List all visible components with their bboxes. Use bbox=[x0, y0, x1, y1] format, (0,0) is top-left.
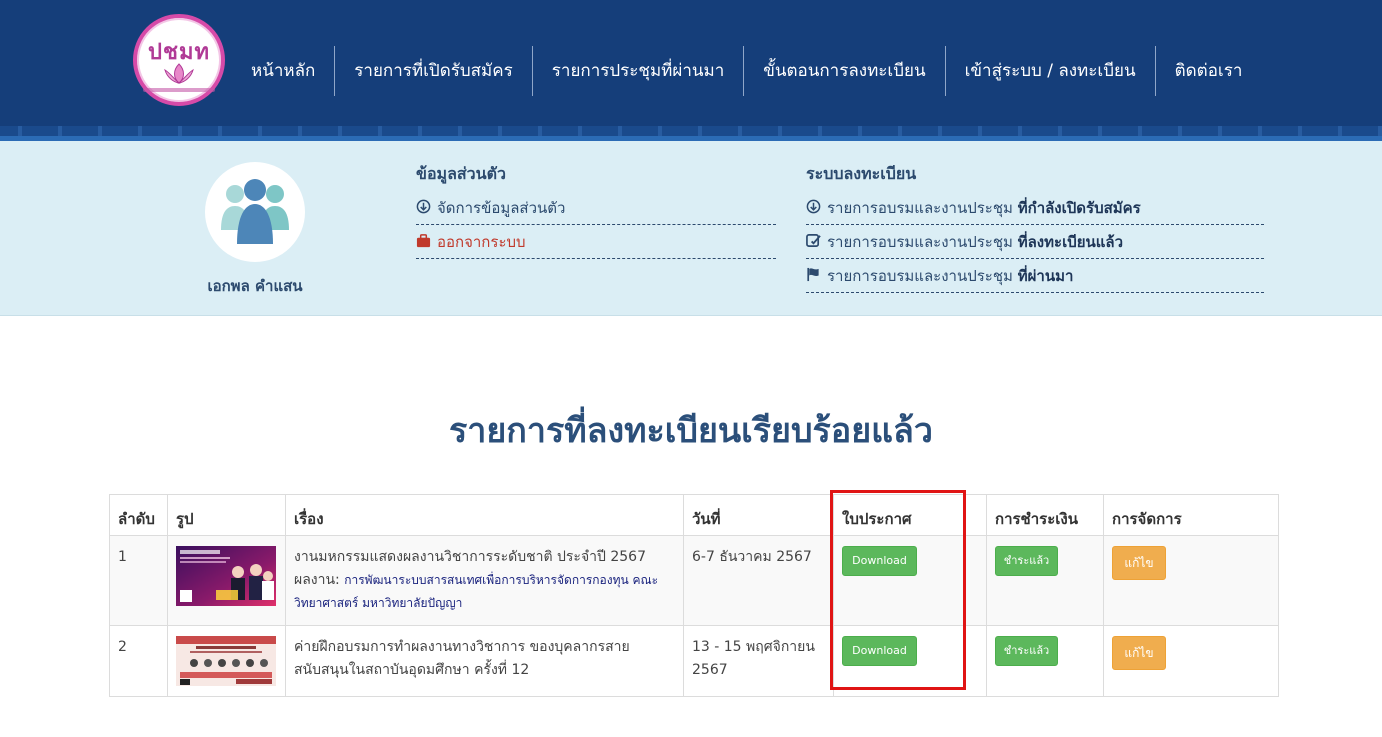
col-header-certificate: ใบประกาศ bbox=[833, 494, 987, 536]
flag-icon bbox=[806, 260, 822, 294]
registered-events-link[interactable]: รายการอบรมและงานประชุม ที่ลงทะเบียนแล้ว bbox=[806, 225, 1264, 259]
briefcase-icon bbox=[416, 226, 432, 260]
row-payment-cell: ชำระแล้ว bbox=[986, 625, 1104, 697]
event-title: งานมหกรรมแสดงผลงานวิชาการระดับชาติ ประจำ… bbox=[294, 549, 646, 565]
nav-past-events[interactable]: รายการประชุมที่ผ่านมา bbox=[531, 46, 744, 96]
registered-events-bold: ที่ลงทะเบียนแล้ว bbox=[1017, 233, 1124, 251]
logout-label: ออกจากระบบ bbox=[437, 233, 526, 251]
row-image-cell bbox=[167, 625, 286, 697]
event-title: ค่ายฝึกอบรมการทำผลงานทางวิชาการ ของบุคลา… bbox=[294, 639, 630, 678]
table-header-row: ลำดับ รูป เรื่อง วันที่ ใบประกาศ การชำระ… bbox=[109, 494, 1279, 536]
row-date: 6-7 ธันวาคม 2567 bbox=[683, 535, 834, 626]
row-title-cell: ค่ายฝึกอบรมการทำผลงานทางวิชาการ ของบุคลา… bbox=[285, 625, 684, 697]
table-row: 2 ค่ายฝึกอบรมการทำผลงานทางวิชาการ ของบุค… bbox=[109, 625, 1279, 697]
manage-profile-link[interactable]: จัดการข้อมูลส่วนตัว bbox=[416, 191, 776, 225]
edit-icon bbox=[806, 226, 822, 260]
row-date: 13 - 15 พฤศจิกายน 2567 bbox=[683, 625, 834, 697]
avatar bbox=[205, 162, 305, 262]
col-header-date: วันที่ bbox=[683, 494, 834, 536]
edit-button[interactable]: แก้ไข bbox=[1112, 546, 1166, 580]
arrow-circle-down-icon bbox=[416, 192, 432, 226]
arrow-circle-down-icon bbox=[806, 192, 822, 226]
registered-events-prefix: รายการอบรมและงานประชุม bbox=[827, 233, 1013, 251]
nav-login-register[interactable]: เข้าสู่ระบบ / ลงทะเบียน bbox=[944, 46, 1155, 96]
manage-profile-label: จัดการข้อมูลส่วนตัว bbox=[437, 199, 566, 217]
page-title: รายการที่ลงทะเบียนเรียบร้อยแล้ว bbox=[449, 411, 933, 451]
site-header: ปชมท หน้าหลัก รายการที่เปิดรับสมัคร รายก… bbox=[0, 0, 1382, 141]
work-title-link[interactable]: การพัฒนาระบบสารสนเทศเพื่อการบริหารจัดการ… bbox=[294, 573, 658, 610]
row-manage-cell: แก้ไข bbox=[1103, 625, 1279, 697]
download-certificate-button[interactable]: Download bbox=[842, 636, 917, 666]
col-header-no: ลำดับ bbox=[109, 494, 168, 536]
col-header-payment: การชำระเงิน bbox=[986, 494, 1104, 536]
row-no: 2 bbox=[109, 625, 168, 697]
event-poster-thumbnail[interactable] bbox=[176, 546, 276, 606]
past-events-prefix: รายการอบรมและงานประชุม bbox=[827, 267, 1013, 285]
paid-status-button[interactable]: ชำระแล้ว bbox=[995, 636, 1058, 666]
row-certificate-cell: Download bbox=[833, 535, 987, 626]
row-no: 1 bbox=[109, 535, 168, 626]
paid-status-button[interactable]: ชำระแล้ว bbox=[995, 546, 1058, 576]
open-events-link[interactable]: รายการอบรมและงานประชุม ที่กำลังเปิดรับสม… bbox=[806, 191, 1264, 225]
nav-home[interactable]: หน้าหลัก bbox=[235, 46, 334, 96]
logo-caption-line bbox=[143, 88, 215, 92]
nav-open-events[interactable]: รายการที่เปิดรับสมัคร bbox=[334, 46, 531, 96]
work-prefix: ผลงาน: bbox=[294, 572, 340, 588]
past-events-bold: ที่ผ่านมา bbox=[1017, 267, 1074, 285]
col-header-image: รูป bbox=[167, 494, 286, 536]
main-nav: หน้าหลัก รายการที่เปิดรับสมัคร รายการประ… bbox=[235, 46, 1261, 96]
lotus-icon bbox=[164, 63, 194, 84]
open-events-bold: ที่กำลังเปิดรับสมัคร bbox=[1017, 199, 1141, 217]
users-icon bbox=[221, 179, 289, 244]
site-logo[interactable]: ปชมท bbox=[133, 14, 225, 106]
event-poster-thumbnail[interactable] bbox=[176, 636, 276, 686]
row-certificate-cell: Download bbox=[833, 625, 987, 697]
row-title-cell: งานมหกรรมแสดงผลงานวิชาการระดับชาติ ประจำ… bbox=[285, 535, 684, 626]
personal-info-title: ข้อมูลส่วนตัว bbox=[416, 164, 506, 183]
nav-registration-steps[interactable]: ขั้นตอนการลงทะเบียน bbox=[743, 46, 944, 96]
row-image-cell bbox=[167, 535, 286, 626]
open-events-prefix: รายการอบรมและงานประชุม bbox=[827, 199, 1013, 217]
nav-contact[interactable]: ติดต่อเรา bbox=[1154, 46, 1262, 96]
col-header-manage: การจัดการ bbox=[1103, 494, 1279, 536]
row-manage-cell: แก้ไข bbox=[1103, 535, 1279, 626]
table-row: 1 งานมหกรรมแสดงผลงานวิชาการระดับชาติ ประ… bbox=[109, 535, 1279, 626]
download-certificate-button[interactable]: Download bbox=[842, 546, 917, 576]
edit-button[interactable]: แก้ไข bbox=[1112, 636, 1166, 670]
registered-events-table: ลำดับ รูป เรื่อง วันที่ ใบประกาศ การชำระ… bbox=[109, 494, 1279, 697]
col-header-title: เรื่อง bbox=[285, 494, 684, 536]
row-payment-cell: ชำระแล้ว bbox=[986, 535, 1104, 626]
past-events-link[interactable]: รายการอบรมและงานประชุม ที่ผ่านมา bbox=[806, 259, 1264, 293]
logout-link[interactable]: ออกจากระบบ bbox=[416, 225, 776, 259]
registration-system-title: ระบบลงทะเบียน bbox=[806, 164, 917, 183]
user-name: เอกพล คำแสน bbox=[207, 277, 303, 295]
